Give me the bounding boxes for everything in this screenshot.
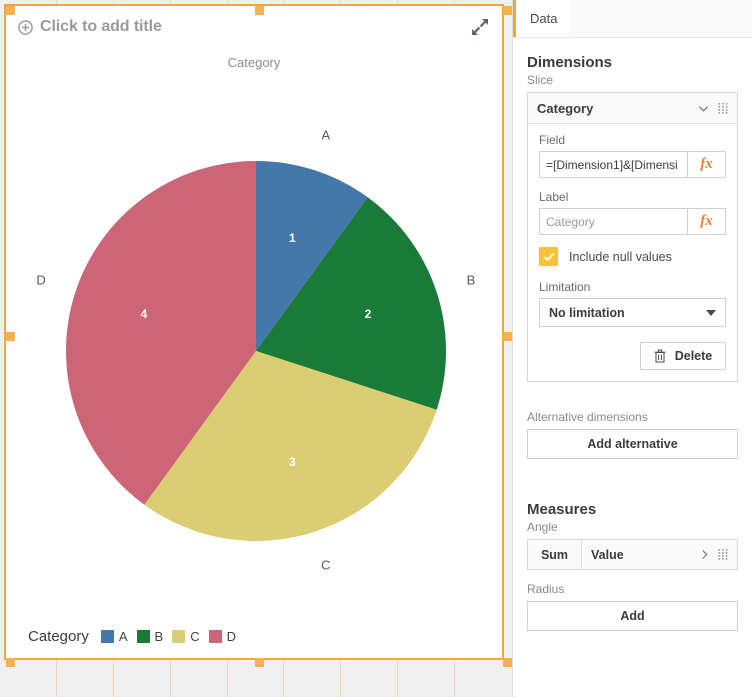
panel-tab-bar: Data — [513, 0, 752, 38]
dimensions-sub-label: Slice — [527, 73, 554, 87]
limitation-select[interactable]: No limitation — [539, 298, 726, 327]
legend-swatch — [136, 630, 150, 643]
drag-grip-icon[interactable] — [718, 102, 728, 114]
field-input-row[interactable]: =[Dimension1]&[Dimensi fx — [539, 151, 726, 178]
field-input[interactable]: =[Dimension1]&[Dimensi — [539, 151, 687, 178]
legend-title: Category — [28, 628, 89, 645]
chevron-right-icon[interactable] — [700, 549, 709, 560]
pie-slice-value: 4 — [141, 307, 148, 321]
measure-main[interactable]: Value — [582, 540, 737, 569]
resize-handle-bottom-left[interactable] — [6, 658, 15, 667]
field-label: Field — [539, 133, 566, 147]
sheet-canvas: Click to add title Category 1234 ABCD Ca… — [0, 0, 512, 697]
label-label: Label — [539, 190, 569, 204]
legend-item[interactable]: C — [172, 629, 200, 644]
dimensions-heading: Dimensions — [527, 54, 613, 71]
add-radius-button[interactable]: Add — [527, 601, 738, 631]
pie-slice-value: 2 — [365, 307, 372, 321]
label-input-row[interactable]: Category fx — [539, 208, 726, 235]
legend-swatch — [208, 630, 222, 643]
resize-handle-top-right[interactable] — [503, 6, 512, 15]
label-input[interactable]: Category — [539, 208, 687, 235]
pie-category-label: B — [467, 273, 476, 288]
pie-category-label: D — [36, 273, 45, 288]
legend-item-label: B — [154, 629, 164, 644]
field-expression-button[interactable]: fx — [687, 151, 726, 178]
legend-swatch — [172, 630, 186, 643]
legend-item[interactable]: B — [136, 629, 164, 644]
pie-slices[interactable] — [66, 161, 446, 541]
dimension-card-title: Category — [537, 100, 594, 116]
panel-body: Dimensions Slice Category Field =[Dimens… — [513, 54, 752, 631]
chart-legend[interactable]: Category A B C D — [28, 628, 236, 645]
angle-label: Angle — [527, 520, 558, 534]
drag-grip-icon[interactable] — [718, 549, 728, 560]
dimension-card-header[interactable]: Category — [528, 93, 737, 124]
delete-dimension-button[interactable]: Delete — [640, 342, 726, 370]
limitation-label: Limitation — [539, 280, 591, 294]
qlik-chart-editor: Click to add title Category 1234 ABCD Ca… — [0, 0, 752, 697]
trash-icon — [654, 349, 666, 363]
include-null-values-label: Include null values — [569, 249, 672, 264]
radius-label: Radius — [527, 582, 565, 596]
legend-items[interactable]: A B C D — [100, 629, 236, 644]
include-null-values-checkbox[interactable] — [539, 247, 558, 266]
legend-item-label: A — [118, 629, 128, 644]
resize-handle-bottom-center[interactable] — [255, 658, 264, 667]
check-icon — [543, 252, 554, 261]
dimension-card-category[interactable]: Category Field =[Dimension1]&[Dimensi fx… — [527, 92, 738, 382]
pie-chart-svg[interactable]: 1 2 3 4 A B C D — [6, 6, 502, 606]
alternative-dimensions-label: Alternative dimensions — [527, 410, 648, 424]
measures-heading: Measures — [527, 501, 597, 518]
resize-handle-middle-left[interactable] — [6, 332, 15, 341]
caret-down-icon — [706, 309, 716, 316]
limitation-value: No limitation — [549, 305, 625, 320]
resize-handle-bottom-right[interactable] — [503, 658, 512, 667]
legend-item[interactable]: A — [100, 629, 128, 644]
resize-handle-middle-right[interactable] — [503, 332, 512, 341]
chevron-down-icon[interactable] — [698, 103, 709, 114]
properties-panel: Data Dimensions Slice Category Field =[D… — [512, 0, 752, 697]
measure-card-angle[interactable]: Sum Value — [527, 539, 738, 570]
delete-row: Delete — [539, 342, 726, 370]
pie-category-label: C — [321, 557, 330, 572]
legend-item[interactable]: D — [208, 629, 236, 644]
dimension-card-body: Field =[Dimension1]&[Dimensi fx Label Ca… — [528, 124, 737, 381]
add-alternative-button[interactable]: Add alternative — [527, 429, 738, 459]
measure-aggregation[interactable]: Sum — [528, 540, 582, 569]
legend-item-label: C — [190, 629, 200, 644]
legend-swatch — [100, 630, 114, 643]
pie-category-label: A — [321, 128, 330, 143]
resize-handle-top-left[interactable] — [6, 6, 15, 15]
pie-slice-value: 3 — [289, 455, 296, 469]
label-expression-button[interactable]: fx — [687, 208, 726, 235]
pie-chart-object[interactable]: Click to add title Category 1234 ABCD Ca… — [4, 4, 512, 667]
tab-data[interactable]: Data — [513, 0, 572, 37]
legend-item-label: D — [226, 629, 236, 644]
include-null-values-row[interactable]: Include null values — [539, 247, 726, 266]
pie-slice-value: 1 — [289, 231, 296, 245]
delete-dimension-label: Delete — [674, 349, 713, 363]
resize-handle-top-center[interactable] — [255, 6, 264, 15]
measure-field: Value — [591, 547, 624, 562]
